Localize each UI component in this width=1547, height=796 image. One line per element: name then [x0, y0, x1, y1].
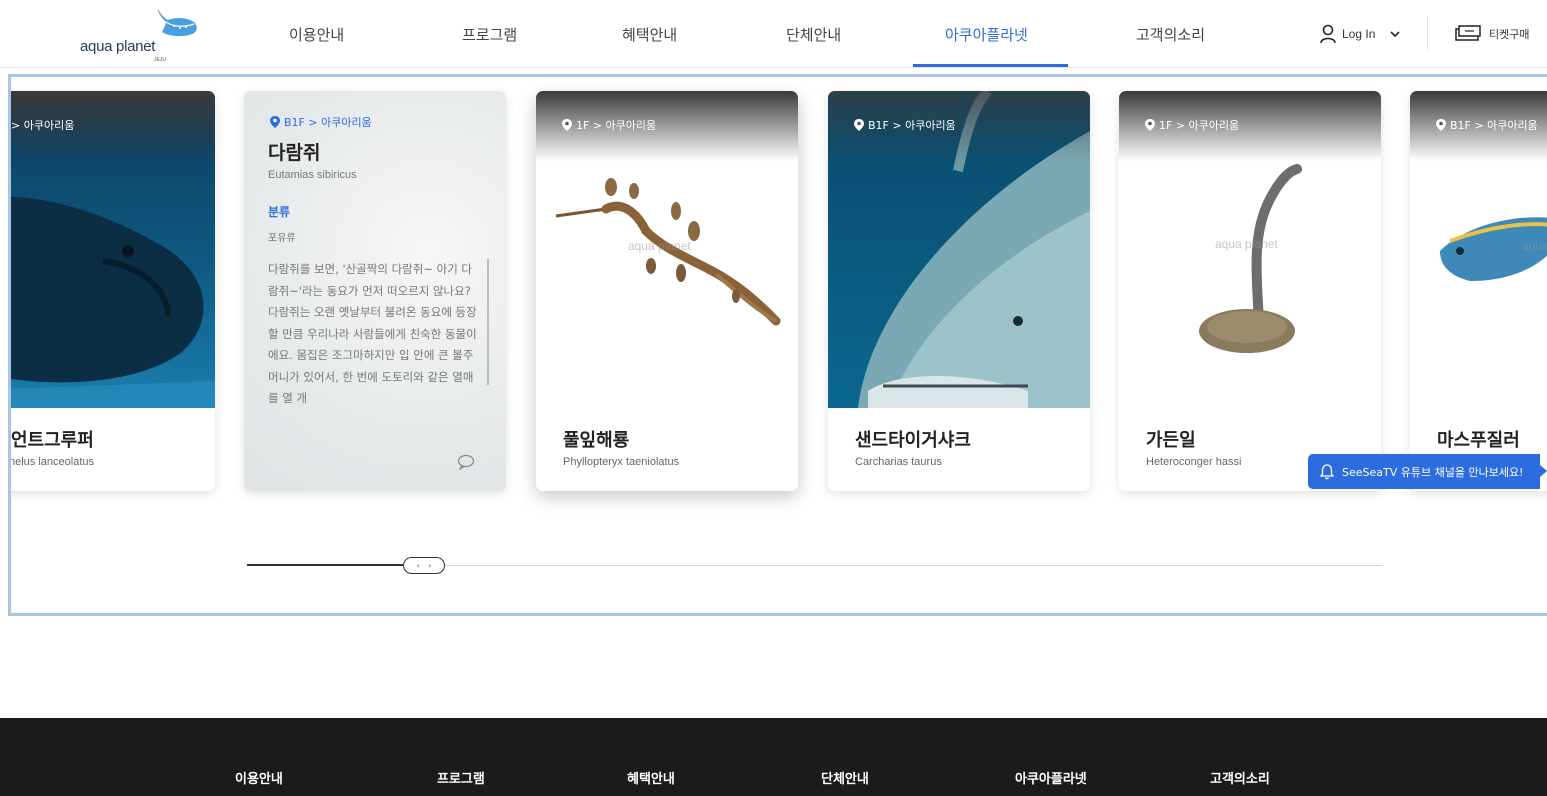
image-watermark: aqua planet: [628, 239, 691, 253]
nav-customer-voice[interactable]: 고객의소리: [1136, 24, 1205, 45]
species-image-garden-eel: aqua planet 1F > 아쿠아리움: [1119, 91, 1381, 408]
card-location-text: B1F > 아쿠아리움: [1450, 119, 1538, 132]
logo-subtext: JEJU: [154, 57, 166, 63]
nav-usage[interactable]: 이용안내: [289, 24, 344, 45]
species-card[interactable]: aqua p B1F > 아쿠아리움 마스푸질러: [1410, 91, 1547, 491]
card-location-text: > 아쿠아리움: [11, 119, 75, 132]
footer-nav-usage[interactable]: 이용안내: [235, 768, 283, 787]
site-footer: 이용안내 프로그램 혜택안내 단체안내 아쿠아플라넷 고객의소리: [0, 718, 1547, 796]
card-scientific-name: Heteroconger hassi: [1146, 456, 1242, 468]
nav-benefits[interactable]: 혜택안내: [622, 24, 677, 45]
card-description[interactable]: 다람쥐를 보면, '산골짝의 다람쥐~ 아기 다람쥐~'라는 동요가 먼저 떠오…: [268, 259, 478, 429]
card-category-label: 분류: [268, 205, 291, 219]
card-name: 마스푸질러: [1437, 430, 1520, 451]
slider-nav-handle[interactable]: ‹ ›: [403, 557, 445, 574]
rotate-icon[interactable]: [457, 454, 475, 470]
ticket-purchase-button[interactable]: 티켓구매: [1455, 25, 1529, 43]
card-location-text: 1F > 아쿠아리움: [576, 119, 657, 132]
species-card[interactable]: B1F > 아쿠아리움 샌드타이거샤크 Carcharias taurus: [828, 91, 1090, 491]
species-image-sand-tiger-shark: B1F > 아쿠아리움: [828, 91, 1090, 408]
location-pin-icon: [854, 119, 864, 131]
bell-icon: [1320, 463, 1334, 479]
ticket-icon: [1455, 25, 1481, 41]
card-location: > 아쿠아리움: [11, 117, 74, 133]
footer-nav-benefits[interactable]: 혜택안내: [627, 768, 675, 787]
card-location-text: B1F > 아쿠아리움: [284, 116, 372, 129]
nav-aquaplanet[interactable]: 아쿠아플라넷: [945, 24, 1028, 45]
prev-arrow-icon[interactable]: ‹: [417, 562, 420, 570]
card-scientific-name: helus lanceolatus: [9, 456, 95, 468]
card-scientific-name: Carcharias taurus: [855, 456, 942, 468]
chevron-down-icon: [1390, 31, 1400, 38]
banner-text: SeeSeaTV 유튜브 채널을 만나보세요!: [1342, 465, 1524, 479]
card-scientific-name: Phyllopteryx taeniolatus: [563, 456, 680, 468]
species-image-fish: aqua p B1F > 아쿠아리움: [1410, 91, 1547, 408]
login-label: Log In: [1342, 27, 1376, 41]
logo[interactable]: aqua planet JEJU: [78, 6, 208, 64]
footer-nav-group[interactable]: 단체안내: [821, 768, 869, 787]
whale-shark-logo-icon: [158, 8, 197, 37]
species-card[interactable]: aqua planet 1F > 아쿠아리움 풀잎해룡 Phyllopteryx…: [536, 91, 798, 491]
species-card[interactable]: > 아쿠아리움 언트그루퍼 helus lanceolatus: [9, 91, 215, 491]
card-name: 풀잎해룡: [563, 430, 630, 451]
image-watermark: aqua planet: [1215, 237, 1278, 251]
footer-nav-aquaplanet[interactable]: 아쿠아플라넷: [1015, 768, 1087, 787]
card-location: 1F > 아쿠아리움: [1145, 117, 1239, 133]
card-name: 가든일: [1146, 430, 1196, 451]
footer-nav-customer-voice[interactable]: 고객의소리: [1210, 768, 1270, 787]
footer-nav-program[interactable]: 프로그램: [437, 768, 485, 787]
slider-progress: [247, 564, 403, 566]
nav-group[interactable]: 단체안내: [786, 24, 841, 45]
nav-program[interactable]: 프로그램: [462, 24, 517, 45]
active-nav-underline: [913, 64, 1068, 67]
login-button[interactable]: Log In: [1320, 24, 1401, 44]
card-location-text: B1F > 아쿠아리움: [868, 119, 956, 132]
location-pin-icon: [1436, 119, 1446, 131]
location-pin-icon: [562, 119, 572, 131]
header-divider: [1427, 16, 1428, 50]
card-location: B1F > 아쿠아리움: [1436, 117, 1538, 133]
card-location: B1F > 아쿠아리움: [270, 114, 372, 130]
logo-text: aqua planet: [80, 38, 156, 55]
card-category: 포유류: [268, 233, 296, 244]
species-slider[interactable]: > 아쿠아리움 언트그루퍼 helus lanceolatus B1F > 아쿠…: [8, 74, 1547, 616]
species-image-sea-dragon: aqua planet 1F > 아쿠아리움: [536, 91, 798, 408]
card-name: 샌드타이거샤크: [855, 430, 971, 451]
location-pin-icon: [1145, 119, 1155, 131]
image-watermark: aqua p: [1522, 239, 1547, 253]
card-location: 1F > 아쿠아리움: [562, 117, 656, 133]
species-image-grouper: > 아쿠아리움: [11, 91, 215, 408]
card-location-text: 1F > 아쿠아리움: [1159, 119, 1240, 132]
species-card-detail[interactable]: B1F > 아쿠아리움 다람쥐 Eutamias sibiricus 분류 포유…: [244, 91, 506, 491]
card-name: 다람쥐: [268, 142, 321, 164]
card-location: B1F > 아쿠아리움: [854, 117, 956, 133]
next-arrow-icon[interactable]: ›: [429, 562, 432, 570]
ticket-label: 티켓구매: [1489, 28, 1530, 41]
description-scrollbar[interactable]: [487, 259, 489, 385]
card-name: 언트그루퍼: [11, 430, 94, 451]
species-card[interactable]: aqua planet 1F > 아쿠아리움 가든일 Heteroconger …: [1119, 91, 1381, 491]
location-pin-icon: [270, 116, 280, 128]
user-icon: [1320, 24, 1336, 44]
banner-pointer: [1540, 465, 1547, 477]
youtube-channel-banner[interactable]: SeeSeaTV 유튜브 채널을 만나보세요!: [1308, 454, 1540, 489]
site-header: aqua planet JEJU 이용안내 프로그램 혜택안내 단체안내 아쿠아…: [0, 0, 1547, 68]
card-scientific-name: Eutamias sibiricus: [268, 169, 357, 181]
